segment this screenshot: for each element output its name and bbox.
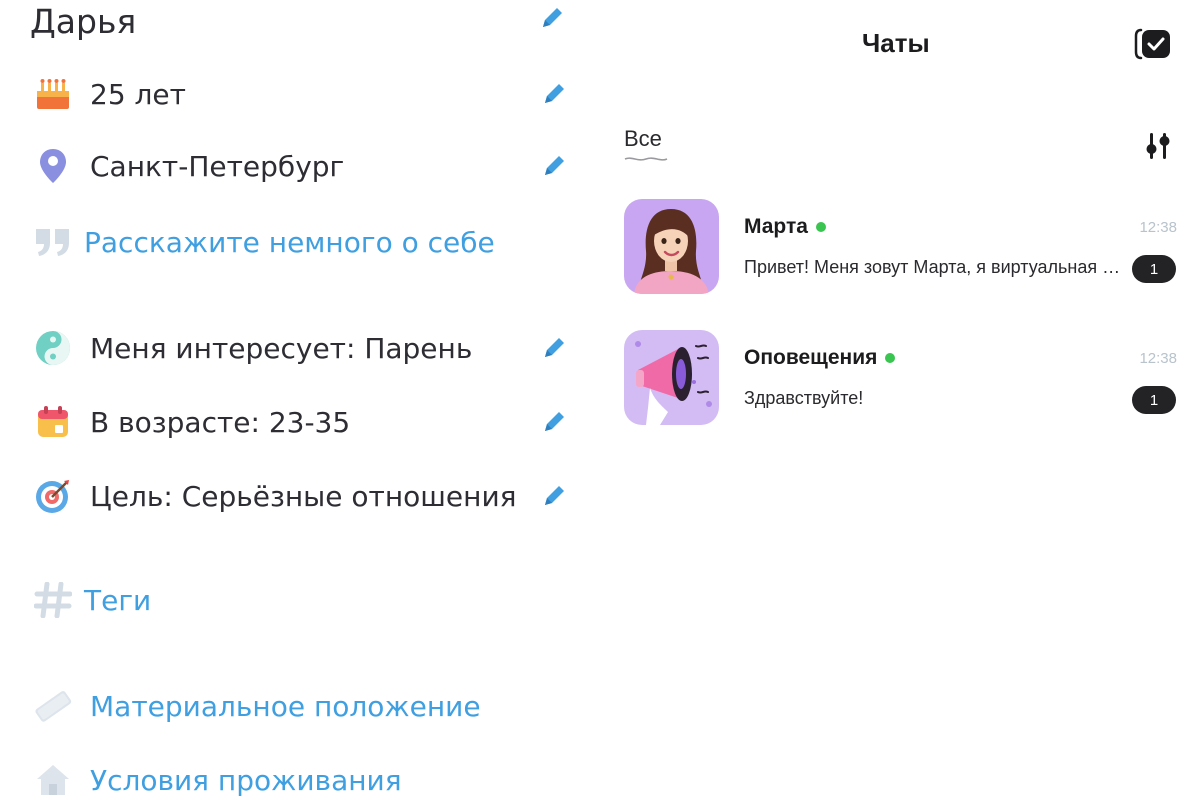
pencil-icon (545, 84, 564, 103)
pencil-icon (545, 156, 564, 175)
pencil-icon (545, 412, 564, 431)
tab-underline (624, 157, 668, 161)
tags-link[interactable]: Теги (84, 584, 151, 617)
chat-item-marta[interactable]: Марта 12:38 Привет! Меня зовут Марта, я … (624, 199, 1180, 299)
profile-panel: Дарья 25 лет Санкт-Петербург Расскажите … (0, 0, 580, 800)
house-icon (30, 760, 76, 800)
filter-button[interactable] (1142, 130, 1174, 162)
chats-title: Чаты (862, 28, 930, 58)
profile-age-range: В возрасте: 23-35 (90, 405, 351, 439)
hashtag-icon (30, 580, 76, 620)
chats-panel: Чаты Все Марта 12:38 Привет! Меня зовут … (600, 0, 1200, 800)
check-square-icon (1134, 28, 1170, 60)
living-link[interactable]: Условия проживания (90, 764, 402, 797)
edit-city-button[interactable] (538, 150, 570, 182)
chat-name-text: Марта (744, 215, 808, 238)
edit-goal-button[interactable] (538, 480, 570, 512)
money-icon (30, 686, 76, 726)
select-chats-button[interactable] (1133, 24, 1173, 64)
profile-city: Санкт-Петербург (90, 149, 345, 183)
pencil-icon (545, 338, 564, 357)
quote-icon (30, 222, 76, 262)
chat-name: Оповещения (744, 346, 896, 370)
about-prompt-link[interactable]: Расскажите немного о себе (84, 226, 495, 259)
unread-badge: 1 (1132, 386, 1176, 414)
pencil-icon (545, 486, 564, 505)
profile-row-goal[interactable]: Цель: Серьёзные отношения (30, 472, 570, 520)
sliders-icon (1146, 133, 1170, 159)
megaphone-avatar (624, 330, 719, 425)
tab-all[interactable]: Все (624, 126, 662, 152)
profile-row-living[interactable]: Условия проживания (30, 756, 570, 800)
pencil-icon (543, 8, 562, 27)
profile-interest: Меня интересует: Парень (90, 331, 473, 365)
profile-goal: Цель: Серьёзные отношения (90, 479, 517, 513)
chat-name-text: Оповещения (744, 346, 878, 369)
chat-time: 12:38 (1139, 350, 1177, 367)
online-indicator (885, 353, 896, 363)
profile-row-tags[interactable]: Теги (30, 576, 570, 624)
target-icon (30, 476, 76, 516)
edit-age-range-button[interactable] (538, 406, 570, 438)
yin-yang-icon (30, 328, 76, 368)
location-pin-icon (30, 146, 76, 186)
calendar-icon (30, 402, 76, 442)
profile-age: 25 лет (90, 77, 186, 111)
edit-name-button[interactable] (536, 2, 568, 34)
profile-row-finance[interactable]: Материальное положение (30, 682, 570, 730)
profile-row-about[interactable]: Расскажите немного о себе (30, 218, 570, 266)
chat-name: Марта (744, 215, 826, 239)
chat-last-message: Привет! Меня зовут Марта, я виртуальная … (744, 257, 1122, 277)
profile-row-city[interactable]: Санкт-Петербург (30, 142, 570, 190)
unread-badge: 1 (1132, 255, 1176, 283)
profile-name: Дарья (30, 2, 137, 41)
finance-link[interactable]: Материальное положение (90, 690, 481, 723)
profile-row-age-range[interactable]: В возрасте: 23-35 (30, 398, 570, 446)
edit-age-button[interactable] (538, 78, 570, 110)
profile-row-interest[interactable]: Меня интересует: Парень (30, 324, 570, 372)
online-indicator (815, 222, 826, 232)
birthday-cake-icon (30, 74, 76, 114)
chat-item-notifications[interactable]: Оповещения 12:38 Здравствуйте! 1 (624, 330, 1180, 430)
profile-row-age[interactable]: 25 лет (30, 70, 570, 118)
woman-portrait-avatar (624, 199, 719, 294)
chat-last-message: Здравствуйте! (744, 388, 864, 408)
chat-time: 12:38 (1139, 219, 1177, 236)
edit-interest-button[interactable] (538, 332, 570, 364)
